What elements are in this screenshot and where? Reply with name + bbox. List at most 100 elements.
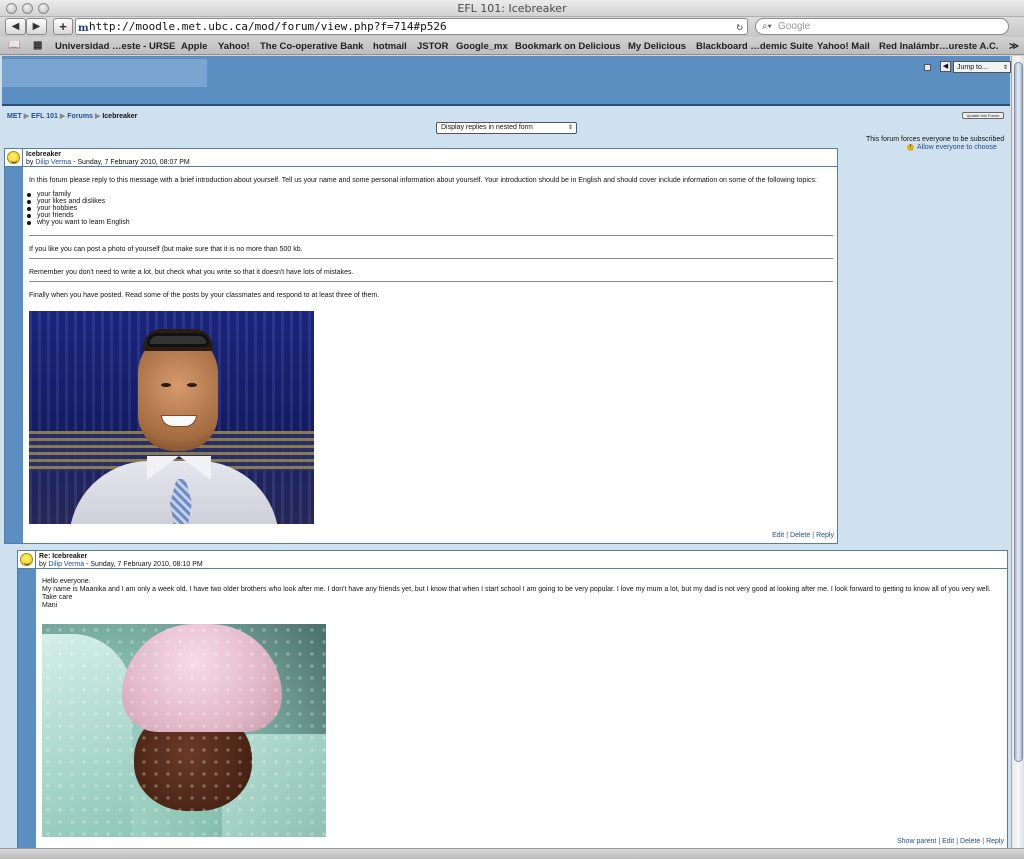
divider xyxy=(29,281,833,282)
previous-activity-icon[interactable]: ◀ xyxy=(940,61,951,72)
delete-link[interactable]: Delete xyxy=(960,838,980,845)
reply-link[interactable]: Reply xyxy=(816,532,834,539)
post-byline: by Dilip Verma - Sunday, 7 February 2010… xyxy=(39,561,203,568)
moodle-header: ◀ Jump to... ⇕ xyxy=(2,56,1011,106)
baby-photo xyxy=(42,624,326,837)
back-button[interactable]: ◀ xyxy=(5,18,26,35)
select-arrows-icon: ⇕ xyxy=(1002,65,1008,71)
reload-icon[interactable]: ↻ xyxy=(736,19,743,34)
update-forum-button[interactable]: Update this Forum xyxy=(962,112,1004,119)
divider xyxy=(29,235,833,236)
by-label: by xyxy=(26,159,34,166)
photo-eye xyxy=(187,383,197,387)
post-header: Icebreaker by Dilip Verma - Sunday, 7 Fe… xyxy=(23,149,837,167)
bookmark-item[interactable]: Red Inalámbr…ureste A.C. xyxy=(879,41,998,52)
window-bottom-bar xyxy=(0,848,1024,859)
bookmark-item[interactable]: Universidad …este - URSE xyxy=(55,41,175,52)
moodle-favicon-icon: m xyxy=(78,23,89,34)
post-subject: Icebreaker xyxy=(26,151,62,158)
scrollbar-thumb[interactable] xyxy=(1014,62,1023,762)
link-separator: | xyxy=(786,532,789,539)
bookmark-item[interactable]: hotmail xyxy=(373,41,407,52)
display-mode-select[interactable]: Display replies in nested form ⇕ xyxy=(436,122,577,134)
signature-text: Mani xyxy=(42,602,58,609)
post-side-bar xyxy=(18,551,36,848)
allow-choose-link[interactable]: ! Allow everyone to choose xyxy=(907,144,997,151)
bookmark-item[interactable]: My Delicious xyxy=(628,41,686,52)
url-text: http://moodle.met.ubc.ca/mod/forum/view.… xyxy=(89,20,447,33)
subscription-note: This forum forces everyone to be subscri… xyxy=(866,136,1005,143)
bookmark-item[interactable]: Yahoo! xyxy=(218,41,250,52)
link-separator: | xyxy=(812,532,815,539)
avatar[interactable] xyxy=(20,553,33,566)
photo-sunglasses xyxy=(147,333,209,347)
select-arrows-icon: ⇕ xyxy=(567,125,573,131)
reply-link[interactable]: Reply xyxy=(986,838,1004,845)
remember-text: Remember you don't need to write a lot, … xyxy=(29,269,354,276)
jump-to-select[interactable]: Jump to... ⇕ xyxy=(953,61,1011,73)
edit-link[interactable]: Edit xyxy=(772,532,784,539)
post-date: - Sunday, 7 February 2010, 08:10 PM xyxy=(84,561,203,568)
forum-post-reply: Re: Icebreaker by Dilip Verma - Sunday, … xyxy=(17,550,1008,848)
delete-link[interactable]: Delete xyxy=(790,532,810,539)
forum-post: Icebreaker by Dilip Verma - Sunday, 7 Fe… xyxy=(4,148,838,544)
photo-collar-left xyxy=(147,456,179,480)
show-parent-link[interactable]: Show parent xyxy=(897,838,936,845)
post-commands: Edit | Delete | Reply xyxy=(772,532,834,540)
post-date: - Sunday, 7 February 2010, 08:07 PM xyxy=(71,159,190,166)
bookmark-item[interactable]: Apple xyxy=(181,41,207,52)
edit-link[interactable]: Edit xyxy=(942,838,954,845)
vertical-scrollbar[interactable] xyxy=(1011,56,1024,848)
search-icon: ⌕▾ xyxy=(762,21,772,32)
list-item: why you want to learn English xyxy=(27,219,130,226)
link-separator: | xyxy=(956,838,959,845)
jump-to-label: Jump to... xyxy=(957,64,988,71)
breadcrumb: MET ▶ EFL 101 ▶ Forums ▶ Icebreaker xyxy=(7,112,137,120)
photo-collar-right xyxy=(179,456,211,480)
breadcrumb-course[interactable]: EFL 101 xyxy=(31,113,58,120)
breadcrumb-sep-icon: ▶ xyxy=(94,113,101,120)
window-titlebar: EFL 101: Icebreaker xyxy=(0,0,1024,17)
forward-button[interactable]: ▶ xyxy=(26,18,47,35)
post-body: In this forum please reply to this messa… xyxy=(23,167,837,543)
display-mode-value: Display replies in nested form xyxy=(441,124,533,131)
page-viewport: ◀ Jump to... ⇕ MET ▶ EFL 101 ▶ Forums ▶ Icebre… xyxy=(0,56,1011,848)
nav-square-icon[interactable] xyxy=(924,64,931,71)
greeting-text: Hello everyone. xyxy=(42,578,91,585)
link-separator: | xyxy=(938,838,941,845)
window-title: EFL 101: Icebreaker xyxy=(457,2,567,15)
bookmarks-overflow-icon[interactable]: ≫ xyxy=(1009,41,1019,52)
photo-blanket-pattern xyxy=(42,624,326,837)
photo-note-text: If you like you can post a photo of your… xyxy=(29,246,303,253)
breadcrumb-current: Icebreaker xyxy=(102,113,138,120)
reading-list-icon[interactable]: 📖 xyxy=(8,40,20,51)
divider xyxy=(29,258,833,259)
post-commands: Show parent | Edit | Delete | Reply xyxy=(897,838,1004,846)
author-photo xyxy=(29,311,314,524)
bookmark-item[interactable]: JSTOR xyxy=(417,41,449,52)
bookmark-item[interactable]: The Co-operative Bank xyxy=(260,41,363,52)
breadcrumb-met[interactable]: MET xyxy=(7,113,22,120)
author-link[interactable]: Dilip Verma xyxy=(35,159,71,166)
bookmark-item[interactable]: Bookmark on Delicious xyxy=(515,41,621,52)
search-placeholder: Google xyxy=(778,21,811,32)
bookmarks-grid-icon[interactable]: ▦ xyxy=(33,40,42,51)
bookmark-item[interactable]: Google_mx xyxy=(456,41,508,52)
post-byline: by Dilip Verma - Sunday, 7 February 2010… xyxy=(26,159,190,166)
bookmark-item[interactable]: Blackboard …demic Suite xyxy=(696,41,813,52)
avatar[interactable] xyxy=(7,151,20,164)
intro-text: In this forum please reply to this messa… xyxy=(29,177,817,184)
breadcrumb-sep-icon: ▶ xyxy=(59,113,66,120)
search-input[interactable]: ⌕▾ Google xyxy=(755,18,1009,35)
breadcrumb-forums[interactable]: Forums xyxy=(67,113,93,120)
address-bar[interactable]: m http://moodle.met.ubc.ca/mod/forum/vie… xyxy=(75,18,748,35)
author-link[interactable]: Dilip Verma xyxy=(48,561,84,568)
bookmark-item[interactable]: Yahoo! Mail xyxy=(817,41,870,52)
bookmarks-bar: 📖 ▦ Universidad …este - URSE Apple Yahoo… xyxy=(0,37,1024,55)
breadcrumb-sep-icon: ▶ xyxy=(23,113,30,120)
add-bookmark-button[interactable]: + xyxy=(53,18,73,35)
browser-toolbar: ◀ ▶ + m http://moodle.met.ubc.ca/mod/for… xyxy=(0,17,1024,37)
by-label: by xyxy=(39,561,47,568)
post-body: Hello everyone. My name is Maanika and I… xyxy=(36,569,1007,848)
post-subject: Re: Icebreaker xyxy=(39,553,88,560)
